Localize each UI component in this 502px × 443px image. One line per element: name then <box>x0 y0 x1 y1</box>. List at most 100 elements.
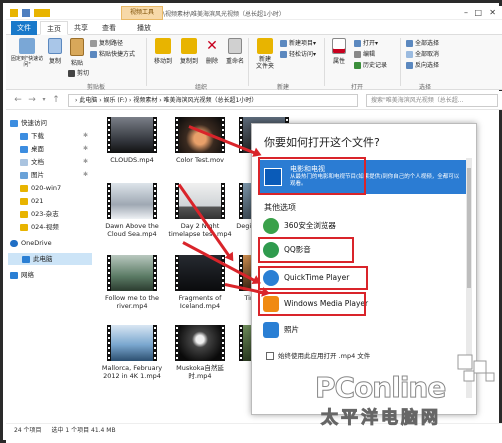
sidebar-item-desktop[interactable]: 桌面 <box>20 143 44 155</box>
file-item[interactable]: Dawn Above the Cloud Sea.mp4 <box>99 183 165 238</box>
file-name: Mallorca, February 2012 in 4K 1.mp4 <box>101 364 163 380</box>
select-none-button[interactable]: 全部取消 <box>406 50 439 59</box>
navigation-pane: 快速访问 下载 ✱ 桌面 ✱ 文档 ✱ 图片 ✱ 020-win7 021 02… <box>6 113 94 393</box>
file-name: CLOUDS.mp4 <box>110 156 154 164</box>
paste-button[interactable]: 粘贴 <box>66 38 88 67</box>
document-icon <box>20 158 28 166</box>
history-icon <box>354 62 361 69</box>
tab-view[interactable]: 查看 <box>96 21 122 35</box>
invert-selection-icon <box>406 62 413 69</box>
delete-button[interactable]: ✕ 删除 <box>202 38 222 65</box>
sidebar-item-pictures[interactable]: 图片 <box>20 169 44 181</box>
close-button[interactable]: ✕ <box>489 8 496 17</box>
scrollbar-thumb[interactable] <box>467 168 471 288</box>
sidebar-item-024-video[interactable]: 024-视频 <box>20 221 59 233</box>
select-all-icon <box>406 40 413 47</box>
recent-chevron-icon[interactable]: ▾ <box>38 94 50 106</box>
quick-access-toolbar[interactable] <box>10 9 50 17</box>
360-browser-icon <box>263 218 279 234</box>
pin-quick-access-button[interactable]: 固定到"快速访问" <box>10 38 44 68</box>
sidebar-item-onedrive[interactable]: OneDrive <box>10 237 52 249</box>
invert-selection-button[interactable]: 反向选择 <box>406 61 439 70</box>
back-arrow-icon[interactable]: ← <box>12 94 24 106</box>
dialog-title: 你要如何打开这个文件? <box>264 136 380 149</box>
easy-access-button[interactable]: 轻松访问▾ <box>280 50 316 59</box>
folder-copy-icon <box>181 38 197 54</box>
edit-button[interactable]: 编辑 <box>354 50 375 59</box>
clipboard-icon <box>70 38 84 56</box>
item-count: 24 个项目 <box>14 427 42 434</box>
paste-shortcut-button[interactable]: 粘贴快捷方式 <box>90 50 135 59</box>
selection-info: 选中 1 个项目 41.4 MB <box>51 427 116 434</box>
tab-share[interactable]: 共享 <box>68 21 94 35</box>
file-name: Color Test.mov <box>175 156 225 164</box>
forward-arrow-icon[interactable]: → <box>26 94 38 106</box>
video-thumbnail <box>107 117 157 153</box>
window-title: F:\视频素材\唯美海滨风光视频（总长超1小时） <box>158 11 285 18</box>
tab-play[interactable]: 播放 <box>131 21 157 35</box>
explorer-window: F:\视频素材\唯美海滨风光视频（总长超1小时） – □ ✕ 文件 主页 共享 … <box>0 0 502 443</box>
properties-icon <box>332 38 346 54</box>
video-thumbnail <box>175 325 225 361</box>
video-thumbnail <box>107 325 157 361</box>
up-arrow-icon[interactable]: ↑ <box>50 94 62 106</box>
sidebar-item-023-magazine[interactable]: 023-杂志 <box>20 208 59 220</box>
address-path[interactable]: › 此电脑 › 娱乐 (F:) › 视频素材 › 唯美海滨风光视频（总长超1小时… <box>68 94 358 107</box>
pin-icon: ✱ <box>82 171 88 178</box>
tab-file[interactable]: 文件 <box>11 21 37 35</box>
file-item[interactable]: Mallorca, February 2012 in 4K 1.mp4 <box>99 325 165 380</box>
file-name: Day 2 Night timelapse test.mp4 <box>168 222 232 238</box>
video-thumbnail <box>175 117 225 153</box>
app-option-photos[interactable]: 照片 <box>260 318 460 342</box>
ribbon-separator <box>146 38 147 86</box>
video-thumbnail <box>107 255 157 291</box>
new-folder-button[interactable]: 新建 文件夹 <box>252 38 278 70</box>
sidebar-item-this-pc[interactable]: 此电脑 <box>8 253 92 265</box>
cut-button[interactable]: 剪切 <box>68 69 89 78</box>
sidebar-item-020-win7[interactable]: 020-win7 <box>20 182 61 194</box>
watermark-subtitle: 太平洋电脑网 <box>321 408 441 429</box>
sidebar-item-021[interactable]: 021 <box>20 195 43 207</box>
sidebar-item-downloads[interactable]: 下载 <box>20 130 44 142</box>
copy-to-button[interactable]: 复制到 <box>176 38 202 65</box>
picture-icon <box>20 171 28 179</box>
new-item-button[interactable]: 新建项目▾ <box>280 39 316 48</box>
ribbon-separator <box>248 38 249 86</box>
rename-icon <box>228 38 242 54</box>
tab-home[interactable]: 主页 <box>40 21 68 35</box>
select-all-button[interactable]: 全部选择 <box>406 39 439 48</box>
ribbon-separator <box>324 38 325 86</box>
folder-icon <box>20 184 28 192</box>
sidebar-item-documents[interactable]: 文档 <box>20 156 44 168</box>
minimize-button[interactable]: – <box>464 8 468 17</box>
file-item[interactable]: Day 2 Night timelapse test.mp4 <box>167 183 233 238</box>
properties-button[interactable]: 属性 <box>328 38 350 65</box>
address-bar-row: ← → ▾ ↑ › 此电脑 › 娱乐 (F:) › 视频素材 › 唯美海滨风光视… <box>6 91 502 110</box>
watermark: PConline 太平洋电脑网 <box>311 353 501 429</box>
history-button[interactable]: 历史记录 <box>354 61 387 70</box>
copy-path-button[interactable]: 复制路径 <box>90 39 123 48</box>
maximize-button[interactable]: □ <box>474 8 482 17</box>
ribbon-separator <box>400 38 401 86</box>
file-name: Dawn Above the Cloud Sea.mp4 <box>105 222 159 238</box>
highlight-box <box>258 266 368 290</box>
rename-button[interactable]: 重命名 <box>224 38 246 65</box>
pin-icon <box>19 38 35 54</box>
desktop-icon <box>20 145 28 153</box>
search-input[interactable]: 搜索"唯美海滨风光视频（总长超... <box>366 94 498 107</box>
move-to-button[interactable]: 移动到 <box>150 38 176 65</box>
file-item[interactable]: CLOUDS.mp4 <box>99 117 165 164</box>
file-item[interactable]: Muskoka自然延时.mp4 <box>167 325 233 380</box>
checkbox[interactable] <box>266 352 274 360</box>
open-group-label: 打开 <box>350 84 363 91</box>
title-bar: F:\视频素材\唯美海滨风光视频（总长超1小时） – □ ✕ <box>6 6 502 20</box>
folder-icon <box>20 210 28 218</box>
app-option-360-browser[interactable]: 360安全浏览器 <box>260 214 460 238</box>
organize-group-label: 组织 <box>194 84 207 91</box>
file-item[interactable]: Follow me to the river.mp4 <box>99 255 165 310</box>
open-button[interactable]: 打开▾ <box>354 39 378 48</box>
folder-arrow-icon <box>155 38 171 54</box>
sidebar-item-network[interactable]: 网络 <box>10 269 34 281</box>
sidebar-item-quick-access[interactable]: 快速访问 <box>10 117 47 129</box>
copy-button[interactable]: 复制 <box>44 38 66 65</box>
